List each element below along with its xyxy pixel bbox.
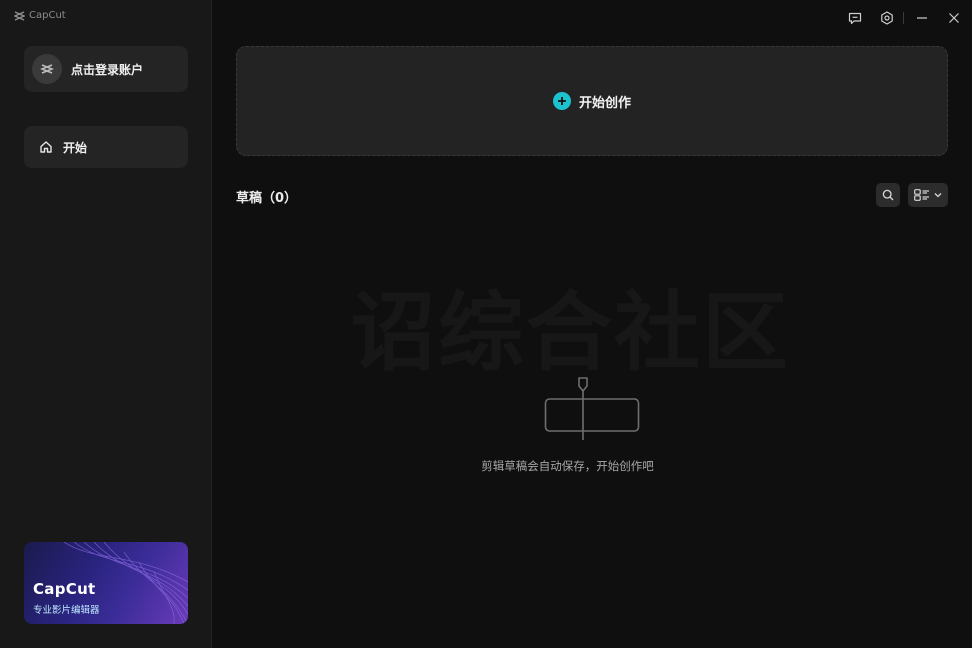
drafts-title: 草稿（0） xyxy=(236,191,298,206)
empty-state-message: 剪辑草稿会自动保存，开始创作吧 xyxy=(0,458,972,474)
brand: CapCut xyxy=(14,10,66,21)
empty-state-text: 剪辑草稿会自动保存，开始创作吧 xyxy=(481,459,654,473)
promo-title: CapCut xyxy=(33,580,96,598)
start-creating-label: 开始创作 xyxy=(578,95,631,111)
login-label: 点击登录账户 xyxy=(71,62,144,77)
search-button[interactable] xyxy=(876,183,900,207)
feedback-icon xyxy=(848,12,862,24)
chevron-down-icon xyxy=(934,193,942,198)
sidebar: CapCut 点击登录账户 开始 CapCut 专业影片编辑器 xyxy=(0,0,212,648)
grid-view-icon xyxy=(914,189,929,201)
home-icon xyxy=(40,141,52,153)
sidebar-item-label: 开始 xyxy=(63,140,88,155)
watermark-text: 诏综合社区 xyxy=(350,283,790,383)
sidebar-item-start[interactable]: 开始 xyxy=(24,126,188,168)
settings-icon xyxy=(881,11,893,25)
empty-drafts-illustration xyxy=(544,377,640,440)
capcut-avatar-icon xyxy=(40,64,54,74)
promo-subtitle: 专业影片编辑器 xyxy=(33,605,100,616)
settings-button[interactable] xyxy=(877,8,897,28)
titlebar-divider xyxy=(903,12,904,24)
avatar xyxy=(32,54,62,84)
promo-banner[interactable]: CapCut 专业影片编辑器 xyxy=(24,542,188,624)
start-creating-button[interactable]: 开始创作 xyxy=(236,46,948,156)
minimize-icon xyxy=(917,17,927,19)
minimize-button[interactable] xyxy=(912,8,932,28)
feedback-button[interactable] xyxy=(845,8,865,28)
capcut-logo-icon xyxy=(14,10,25,21)
plus-icon xyxy=(552,92,571,110)
search-icon xyxy=(882,189,894,201)
close-window-button[interactable] xyxy=(944,8,964,28)
close-icon xyxy=(949,13,959,23)
brand-name: CapCut xyxy=(29,10,66,21)
view-toggle-button[interactable] xyxy=(908,183,948,207)
login-button[interactable]: 点击登录账户 xyxy=(24,46,188,92)
